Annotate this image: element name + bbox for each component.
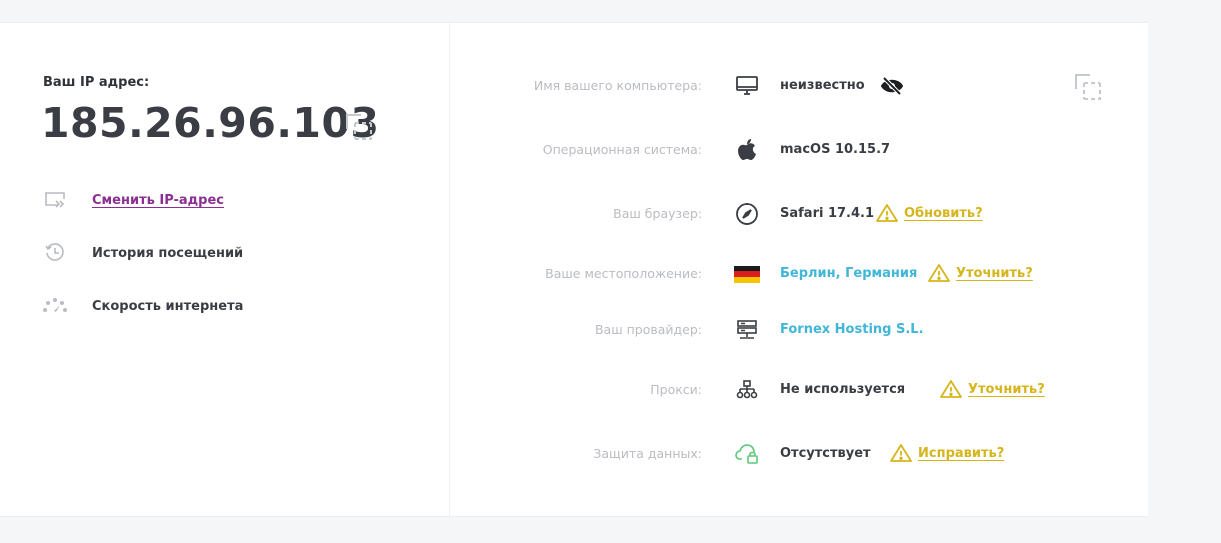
provider-label: Ваш провайдер: (594, 322, 702, 337)
fix-protection-warning[interactable]: Исправить? (890, 443, 1004, 463)
change-ip-icon (42, 187, 68, 213)
germany-flag-icon (734, 261, 760, 287)
warning-icon (890, 444, 912, 462)
location-label: Ваше местоположение: (545, 266, 702, 281)
speed-item[interactable]: Скорость интернета (42, 293, 243, 319)
detail-row-data-protection: Защита данных: Отсутствует Исправить? (450, 439, 1148, 469)
computer-name-value: неизвестно (780, 78, 865, 93)
detail-row-provider: Ваш провайдер: Fornex Hosting S.L. (450, 315, 1148, 345)
speedometer-icon (42, 293, 68, 319)
data-protection-label: Защита данных: (593, 446, 702, 461)
refine-location-warning[interactable]: Уточнить? (928, 263, 1033, 283)
change-ip-link[interactable]: Сменить IP-адрес (92, 193, 224, 208)
history-item[interactable]: История посещений (42, 240, 243, 266)
ip-address-value: 185.26.96.103 (41, 99, 380, 147)
data-protection-value: Отсутствует (780, 446, 871, 461)
warning-icon (876, 204, 898, 222)
fix-protection-link[interactable]: Исправить? (918, 446, 1004, 461)
detail-row-os: Операционная система: macOS 10.15.7 (450, 135, 1148, 165)
monitor-icon (734, 73, 760, 99)
detail-row-computer-name: Имя вашего компьютера: неизвестно (450, 71, 1148, 101)
update-browser-warning[interactable]: Обновить? (876, 203, 983, 223)
os-label: Операционная система: (542, 142, 702, 157)
history-label[interactable]: История посещений (92, 246, 243, 261)
computer-name-label: Имя вашего компьютера: (533, 78, 702, 93)
compass-icon (734, 201, 760, 227)
browser-label: Ваш браузер: (613, 206, 702, 221)
network-icon (734, 377, 760, 403)
detail-row-proxy: Прокси: Не используется Уточнить? (450, 375, 1148, 405)
provider-value: Fornex Hosting S.L. (780, 322, 924, 337)
location-value: Берлин, Германия (780, 266, 918, 281)
proxy-label: Прокси: (650, 382, 702, 397)
refine-proxy-warning[interactable]: Уточнить? (940, 379, 1045, 399)
ip-info-card: Ваш IP адрес: 185.26.96.103 Сменить IP-а… (0, 22, 1148, 517)
browser-value: Safari 17.4.1 (780, 206, 875, 221)
change-ip-item[interactable]: Сменить IP-адрес (42, 187, 224, 213)
warning-icon (940, 380, 962, 398)
detail-row-location: Ваше местоположение: Берлин, Германия Ут… (450, 259, 1148, 289)
speed-label[interactable]: Скорость интернета (92, 299, 243, 314)
ip-label: Ваш IP адрес: (43, 75, 150, 90)
refine-proxy-link[interactable]: Уточнить? (968, 382, 1045, 397)
hidden-eye-icon[interactable] (880, 76, 904, 96)
history-icon (42, 240, 68, 266)
os-value: macOS 10.15.7 (780, 142, 891, 157)
update-browser-link[interactable]: Обновить? (904, 206, 983, 221)
detail-row-browser: Ваш браузер: Safari 17.4.1 Обновить? (450, 199, 1148, 229)
server-icon (734, 317, 760, 343)
apple-icon (734, 137, 760, 163)
warning-icon (928, 264, 950, 282)
refine-location-link[interactable]: Уточнить? (956, 266, 1033, 281)
copy-ip-icon[interactable] (345, 113, 373, 145)
cloud-lock-icon (734, 441, 760, 467)
proxy-value: Не используется (780, 382, 906, 397)
